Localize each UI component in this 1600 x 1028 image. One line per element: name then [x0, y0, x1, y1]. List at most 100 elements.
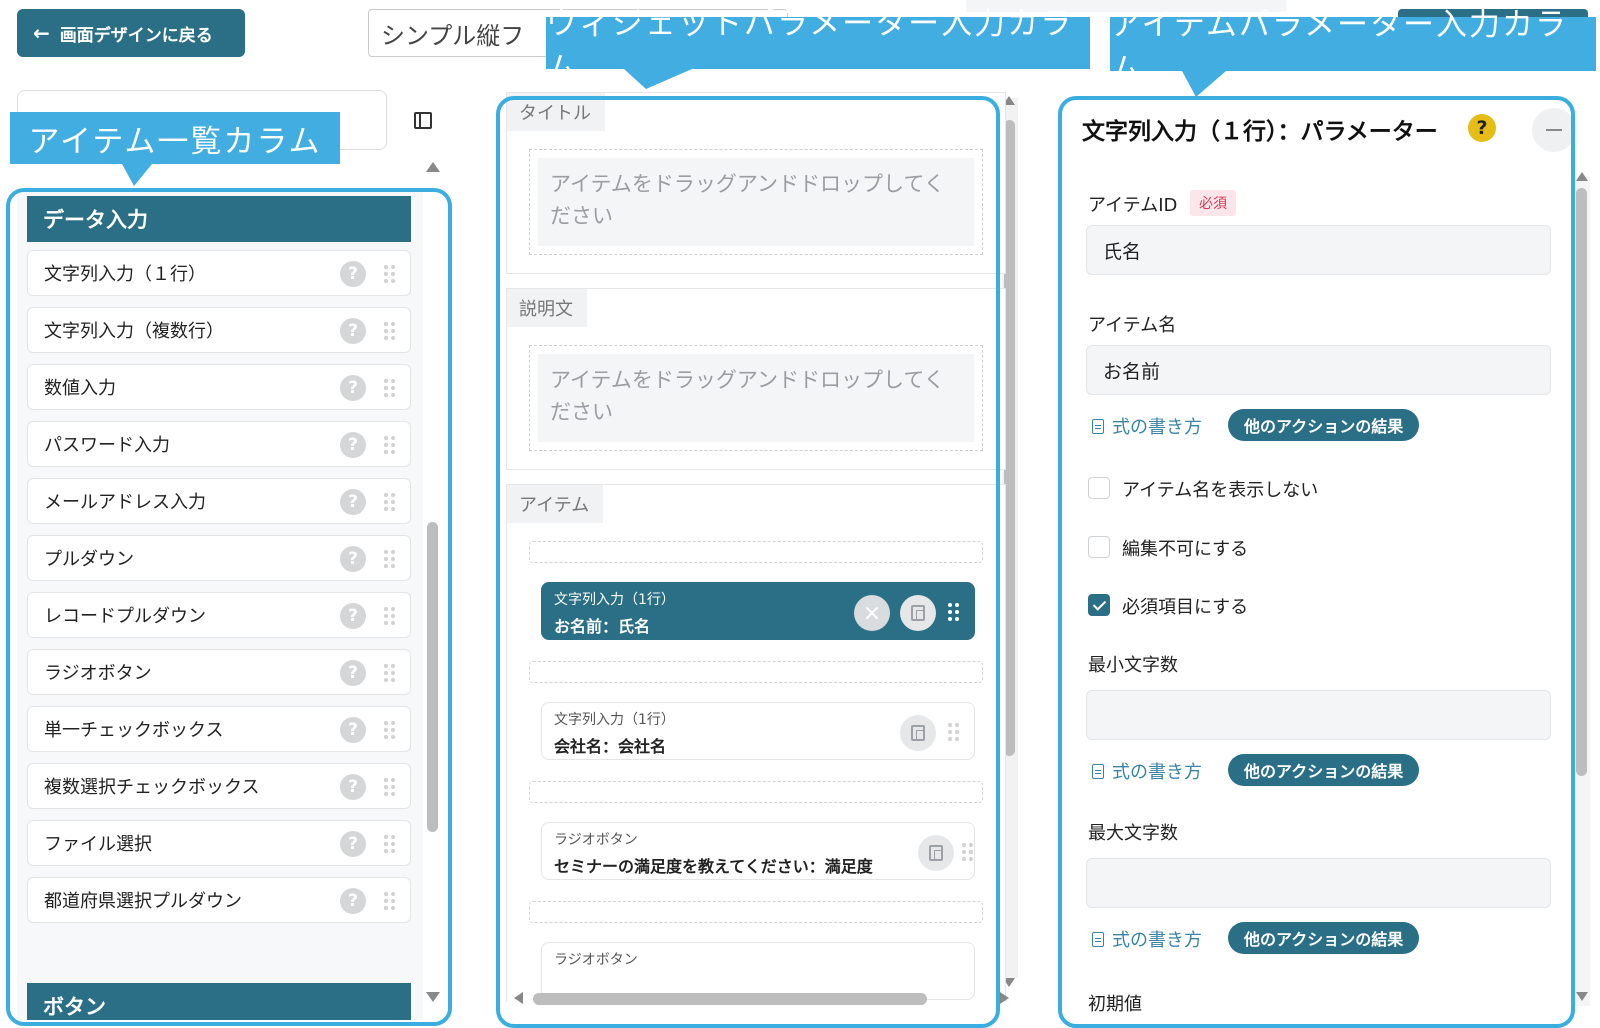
hide-name-checkbox[interactable] [1088, 477, 1110, 499]
help-icon[interactable]: ? [340, 660, 366, 686]
help-icon[interactable]: ? [340, 774, 366, 800]
widget-card[interactable]: ラジオボタン セミナーの満足度を教えてください：満足度 [541, 822, 975, 880]
right-scrollbar-thumb[interactable] [1576, 188, 1587, 776]
item-drop-slot[interactable] [529, 661, 983, 683]
panel-toggle-button[interactable] [403, 100, 443, 140]
drop-hint: アイテムをドラッグアンドドロップしてください [538, 354, 974, 442]
middle-horizontal-scrollbar-thumb[interactable] [533, 993, 927, 1005]
readonly-checkbox[interactable] [1088, 536, 1110, 558]
formula-help-link[interactable]: 式の書き方 [1092, 926, 1202, 952]
item-name-value: お名前 [1103, 360, 1161, 383]
category-header-button[interactable]: ボタン [27, 983, 411, 1020]
help-icon[interactable]: ? [340, 546, 366, 572]
max-length-input[interactable] [1086, 858, 1551, 908]
middle-scroll-right-arrow[interactable] [1000, 992, 1009, 1004]
left-scrollbar-thumb[interactable] [427, 522, 438, 832]
back-button-label: 画面デザインに戻る [59, 25, 213, 46]
item-card-label: プルダウン [44, 549, 134, 570]
widget-card[interactable]: 文字列入力（1行） 会社名：会社名 [541, 702, 975, 760]
drag-handle-icon[interactable] [384, 664, 396, 682]
callout-widget-params: ウィジェットパラメーター入力カラム [546, 6, 1090, 89]
item-drop-slot[interactable] [529, 781, 983, 803]
min-length-input[interactable] [1086, 690, 1551, 740]
help-icon[interactable]: ? [340, 831, 366, 857]
help-icon[interactable]: ? [340, 261, 366, 287]
close-icon[interactable]: × [854, 595, 890, 631]
item-card[interactable]: 文字列入力（１行）? [27, 250, 411, 296]
help-icon[interactable]: ? [340, 489, 366, 515]
back-to-design-button[interactable]: ← 画面デザインに戻る [17, 9, 245, 57]
drag-handle-icon[interactable] [948, 723, 960, 741]
required-checkbox[interactable] [1088, 594, 1110, 616]
drag-handle-icon[interactable] [384, 493, 396, 511]
drag-handle-icon[interactable] [384, 379, 396, 397]
item-name-input[interactable]: お名前 [1086, 345, 1551, 395]
item-card-label: パスワード入力 [44, 435, 170, 456]
formula-help-link[interactable]: 式の書き方 [1092, 758, 1202, 784]
item-card[interactable]: 文字列入力（複数行）? [27, 307, 411, 353]
help-icon[interactable]: ? [1468, 114, 1496, 142]
title-drop-zone[interactable]: アイテムをドラッグアンドドロップしてください [529, 149, 983, 255]
help-icon[interactable]: ? [340, 888, 366, 914]
formula-help-link[interactable]: 式の書き方 [1092, 413, 1202, 439]
category-header-data-input[interactable]: データ入力 [27, 196, 411, 242]
help-icon[interactable]: ? [340, 603, 366, 629]
item-card[interactable]: ファイル選択? [27, 820, 411, 866]
item-card-label: 単一チェックボックス [44, 720, 224, 741]
drag-handle-icon[interactable] [384, 436, 396, 454]
item-card[interactable]: 単一チェックボックス? [27, 706, 411, 752]
help-icon[interactable]: ? [340, 318, 366, 344]
middle-scroll-left-arrow[interactable] [514, 992, 523, 1004]
other-action-result-button[interactable]: 他のアクションの結果 [1228, 754, 1420, 786]
item-drop-slot[interactable] [529, 901, 983, 923]
widget-card-selected[interactable]: 文字列入力（1行） お名前：氏名 × [541, 582, 975, 640]
drag-handle-icon[interactable] [384, 322, 396, 340]
widget-name: セミナーの満足度を教えてください：満足度 [554, 857, 873, 876]
drag-handle-icon[interactable] [384, 721, 396, 739]
drag-handle-icon[interactable] [384, 835, 396, 853]
help-icon[interactable]: ? [340, 717, 366, 743]
widget-card[interactable]: ラジオボタン [541, 942, 975, 1000]
item-card-label: 都道府県選択プルダウン [44, 891, 242, 912]
item-card[interactable]: プルダウン? [27, 535, 411, 581]
item-card[interactable]: 都道府県選択プルダウン? [27, 877, 411, 923]
item-id-value: 氏名 [1103, 240, 1142, 263]
required-badge: 必須 [1190, 190, 1236, 216]
copy-icon[interactable] [900, 715, 936, 751]
drag-handle-icon[interactable] [384, 778, 396, 796]
help-icon[interactable]: ? [340, 375, 366, 401]
drag-handle-icon[interactable] [384, 550, 396, 568]
other-action-result-button[interactable]: 他のアクションの結果 [1228, 922, 1420, 954]
drag-handle-icon[interactable] [384, 265, 396, 283]
drag-handle-icon[interactable] [948, 603, 960, 621]
item-card-label: レコードプルダウン [44, 606, 206, 627]
description-drop-zone[interactable]: アイテムをドラッグアンドドロップしてください [529, 345, 983, 451]
right-scroll-down-arrow[interactable] [1576, 992, 1588, 1001]
left-scroll-up-arrow[interactable] [426, 162, 440, 172]
drag-handle-icon[interactable] [384, 892, 396, 910]
drag-handle-icon[interactable] [384, 607, 396, 625]
item-drop-slot[interactable] [529, 541, 983, 563]
item-card[interactable]: 複数選択チェックボックス? [27, 763, 411, 809]
item-card-label: ラジオボタン [44, 663, 152, 684]
item-card[interactable]: パスワード入力? [27, 421, 411, 467]
item-id-input[interactable]: 氏名 [1086, 225, 1551, 275]
item-card[interactable]: 数値入力? [27, 364, 411, 410]
item-card[interactable]: レコードプルダウン? [27, 592, 411, 638]
copy-icon[interactable] [918, 835, 954, 871]
other-action-result-button[interactable]: 他のアクションの結果 [1228, 409, 1420, 441]
item-card-label: ファイル選択 [44, 834, 152, 855]
drag-handle-icon[interactable] [962, 843, 974, 861]
minus-icon [1546, 129, 1562, 131]
right-scroll-up-arrow[interactable] [1576, 172, 1588, 181]
min-length-label: 最小文字数 [1088, 655, 1178, 676]
help-icon[interactable]: ? [340, 432, 366, 458]
copy-icon[interactable] [900, 595, 936, 631]
item-card[interactable]: ラジオボタン? [27, 649, 411, 695]
arrow-left-icon: ← [33, 21, 50, 45]
item-card[interactable]: メールアドレス入力? [27, 478, 411, 524]
title-section: タイトル アイテムをドラッグアンドドロップしてください [506, 92, 1006, 274]
collapse-button[interactable] [1532, 108, 1576, 152]
formula-link-label: 式の書き方 [1112, 930, 1202, 951]
left-scroll-down-arrow[interactable] [426, 992, 440, 1002]
